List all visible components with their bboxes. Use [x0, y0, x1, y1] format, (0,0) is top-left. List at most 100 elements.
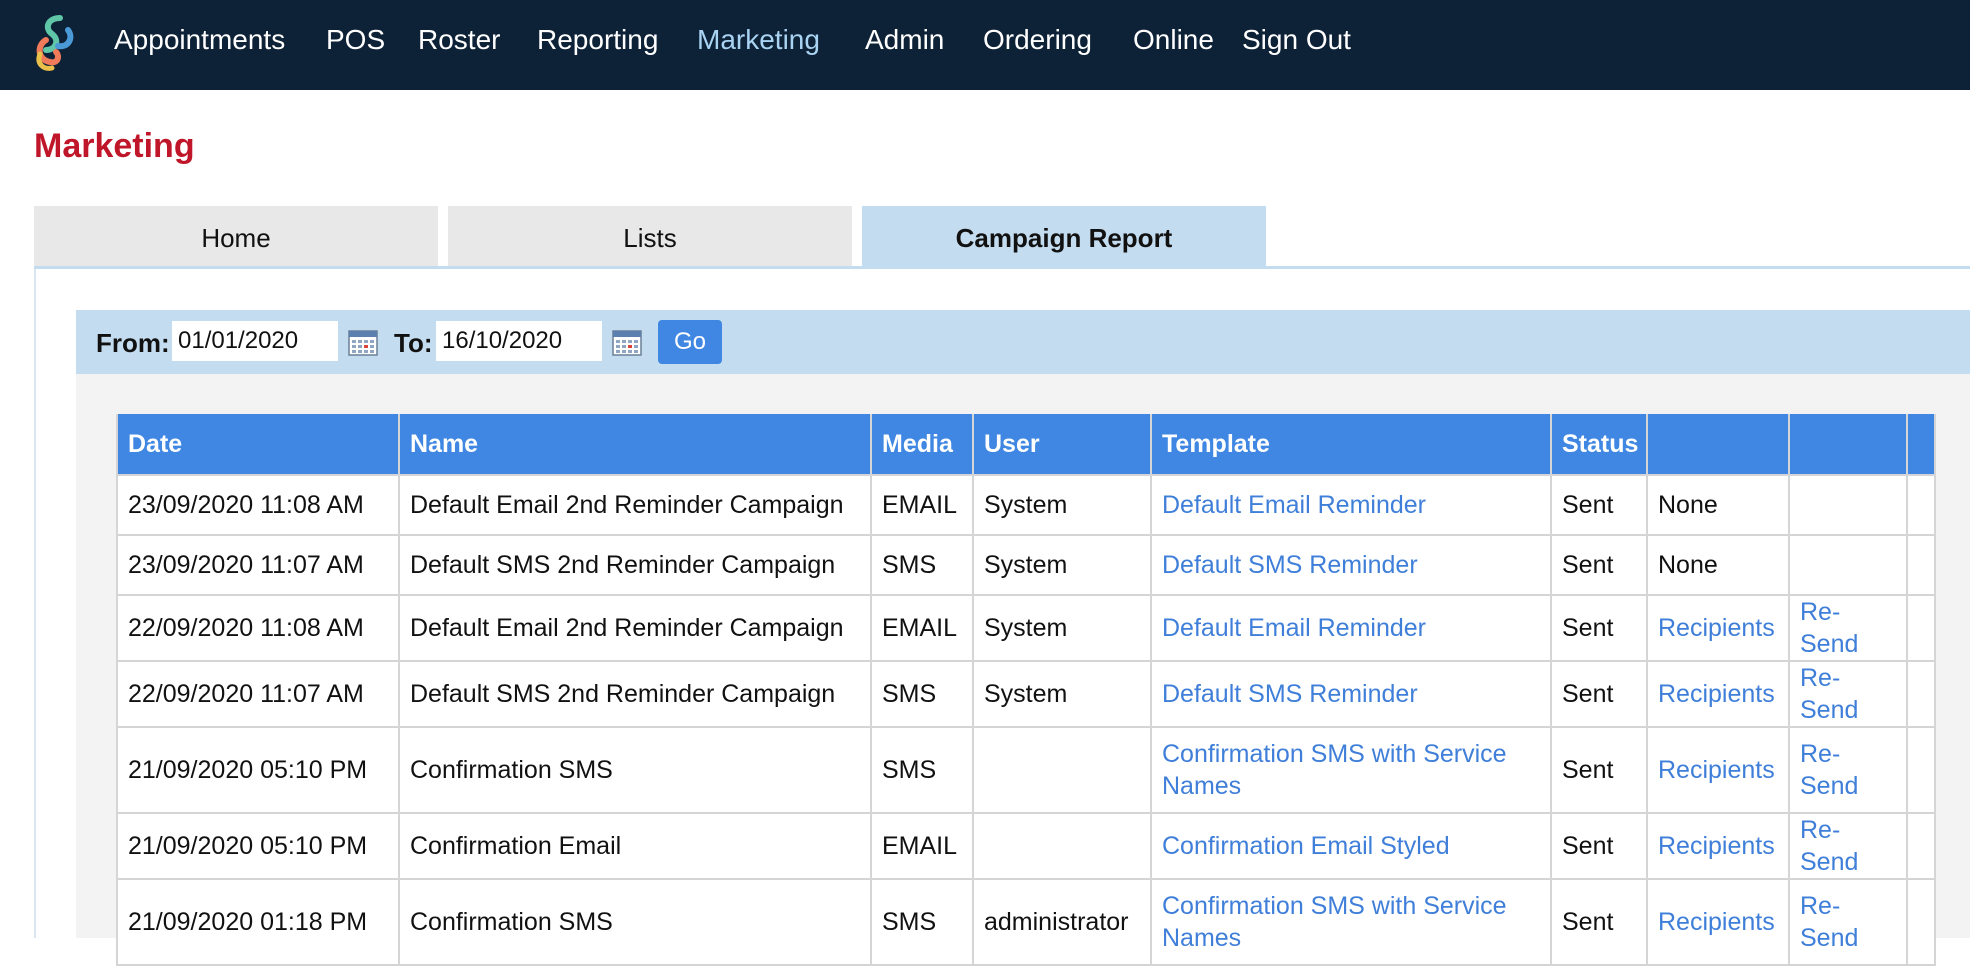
cell-extra	[1906, 660, 1936, 728]
cell-recipients: None	[1646, 474, 1790, 536]
recipients-link[interactable]: Recipients	[1658, 832, 1775, 860]
table-row: 22/09/2020 11:08 AM Default Email 2nd Re…	[116, 594, 1936, 662]
page-title: Marketing	[34, 127, 195, 165]
template-link[interactable]: Default SMS Reminder	[1162, 551, 1418, 579]
cell-user: administrator	[972, 878, 1152, 966]
cell-user: System	[972, 474, 1152, 536]
cell-extra	[1906, 534, 1936, 596]
from-label: From:	[96, 328, 170, 358]
cell-name: Confirmation Email	[398, 812, 872, 880]
table-row: 21/09/2020 05:10 PM Confirmation SMS SMS…	[116, 726, 1936, 814]
to-calendar-icon[interactable]	[612, 328, 642, 356]
nav-ordering[interactable]: Ordering	[983, 22, 1092, 58]
header-date[interactable]: Date	[116, 414, 400, 476]
tab-lists[interactable]: Lists	[448, 206, 852, 266]
header-media[interactable]: Media	[870, 414, 974, 476]
nav-sign-out[interactable]: Sign Out	[1242, 22, 1351, 58]
table-row: 22/09/2020 11:07 AM Default SMS 2nd Remi…	[116, 660, 1936, 728]
cell-extra	[1906, 726, 1936, 814]
template-link[interactable]: Confirmation Email Styled	[1162, 832, 1450, 860]
cell-name: Confirmation SMS	[398, 878, 872, 966]
cell-user	[972, 726, 1152, 814]
header-template[interactable]: Template	[1150, 414, 1552, 476]
cell-date: 23/09/2020 11:07 AM	[116, 534, 400, 596]
cell-resend	[1788, 474, 1908, 536]
from-date-input[interactable]	[172, 321, 338, 361]
cell-resend	[1788, 534, 1908, 596]
cell-user	[972, 812, 1152, 880]
nav-roster[interactable]: Roster	[418, 22, 500, 58]
recipients-link[interactable]: Recipients	[1658, 908, 1775, 936]
cell-media: EMAIL	[870, 812, 974, 880]
table-row: 21/09/2020 01:18 PM Confirmation SMS SMS…	[116, 878, 1936, 966]
cell-name: Default SMS 2nd Reminder Campaign	[398, 660, 872, 728]
cell-user: System	[972, 534, 1152, 596]
cell-date: 22/09/2020 11:07 AM	[116, 660, 400, 728]
nav-admin[interactable]: Admin	[865, 22, 944, 58]
table-header-row: Date Name Media User Template Status	[116, 414, 1936, 476]
cell-media: SMS	[870, 660, 974, 728]
app-logo-icon[interactable]	[30, 10, 80, 74]
cell-media: SMS	[870, 726, 974, 814]
header-name[interactable]: Name	[398, 414, 872, 476]
header-status[interactable]: Status	[1550, 414, 1648, 476]
cell-date: 21/09/2020 01:18 PM	[116, 878, 400, 966]
nav-pos[interactable]: POS	[326, 22, 385, 58]
nav-appointments[interactable]: Appointments	[114, 22, 285, 58]
cell-media: SMS	[870, 878, 974, 966]
cell-extra	[1906, 474, 1936, 536]
cell-extra	[1906, 594, 1936, 662]
report-table-area: Date Name Media User Template Status 23/…	[76, 374, 1970, 966]
cell-date: 21/09/2020 05:10 PM	[116, 812, 400, 880]
cell-name: Default Email 2nd Reminder Campaign	[398, 474, 872, 536]
template-link[interactable]: Default Email Reminder	[1162, 614, 1426, 642]
resend-link[interactable]: Re-Send	[1800, 740, 1858, 800]
tab-campaign-report[interactable]: Campaign Report	[862, 206, 1266, 266]
header-extra	[1906, 414, 1936, 476]
table-row: 21/09/2020 05:10 PM Confirmation Email E…	[116, 812, 1936, 880]
cell-status: Sent	[1550, 660, 1648, 728]
cell-status: Sent	[1550, 474, 1648, 536]
header-resend	[1788, 414, 1908, 476]
from-calendar-icon[interactable]	[348, 328, 378, 356]
cell-date: 21/09/2020 05:10 PM	[116, 726, 400, 814]
recipients-link[interactable]: Recipients	[1658, 614, 1775, 642]
cell-user: System	[972, 660, 1152, 728]
cell-name: Confirmation SMS	[398, 726, 872, 814]
top-navigation-bar: Appointments POS Roster Reporting Market…	[0, 0, 1970, 90]
cell-status: Sent	[1550, 594, 1648, 662]
template-link[interactable]: Default SMS Reminder	[1162, 680, 1418, 708]
date-filter-bar: From: To: Go	[76, 310, 1970, 374]
to-label: To:	[394, 328, 433, 358]
cell-user: System	[972, 594, 1152, 662]
resend-link[interactable]: Re-Send	[1800, 598, 1858, 658]
nav-online[interactable]: Online	[1133, 22, 1214, 58]
header-recipients	[1646, 414, 1790, 476]
cell-name: Default Email 2nd Reminder Campaign	[398, 594, 872, 662]
cell-status: Sent	[1550, 878, 1648, 966]
template-link[interactable]: Default Email Reminder	[1162, 491, 1426, 519]
cell-recipients: None	[1646, 534, 1790, 596]
resend-link[interactable]: Re-Send	[1800, 892, 1858, 952]
cell-status: Sent	[1550, 534, 1648, 596]
tab-home[interactable]: Home	[34, 206, 438, 266]
cell-date: 22/09/2020 11:08 AM	[116, 594, 400, 662]
recipients-link[interactable]: Recipients	[1658, 756, 1775, 784]
table-row: 23/09/2020 11:08 AM Default Email 2nd Re…	[116, 474, 1936, 536]
cell-name: Default SMS 2nd Reminder Campaign	[398, 534, 872, 596]
nav-reporting[interactable]: Reporting	[537, 22, 658, 58]
template-link[interactable]: Confirmation SMS with Service Names	[1162, 892, 1507, 952]
table-row: 23/09/2020 11:07 AM Default SMS 2nd Remi…	[116, 534, 1936, 596]
recipients-link[interactable]: Recipients	[1658, 680, 1775, 708]
to-date-input[interactable]	[436, 321, 602, 361]
header-user[interactable]: User	[972, 414, 1152, 476]
resend-link[interactable]: Re-Send	[1800, 664, 1858, 724]
cell-media: EMAIL	[870, 474, 974, 536]
resend-link[interactable]: Re-Send	[1800, 816, 1858, 876]
cell-media: EMAIL	[870, 594, 974, 662]
template-link[interactable]: Confirmation SMS with Service Names	[1162, 740, 1507, 800]
go-button[interactable]: Go	[658, 320, 722, 364]
cell-date: 23/09/2020 11:08 AM	[116, 474, 400, 536]
nav-marketing[interactable]: Marketing	[697, 22, 820, 58]
cell-status: Sent	[1550, 726, 1648, 814]
